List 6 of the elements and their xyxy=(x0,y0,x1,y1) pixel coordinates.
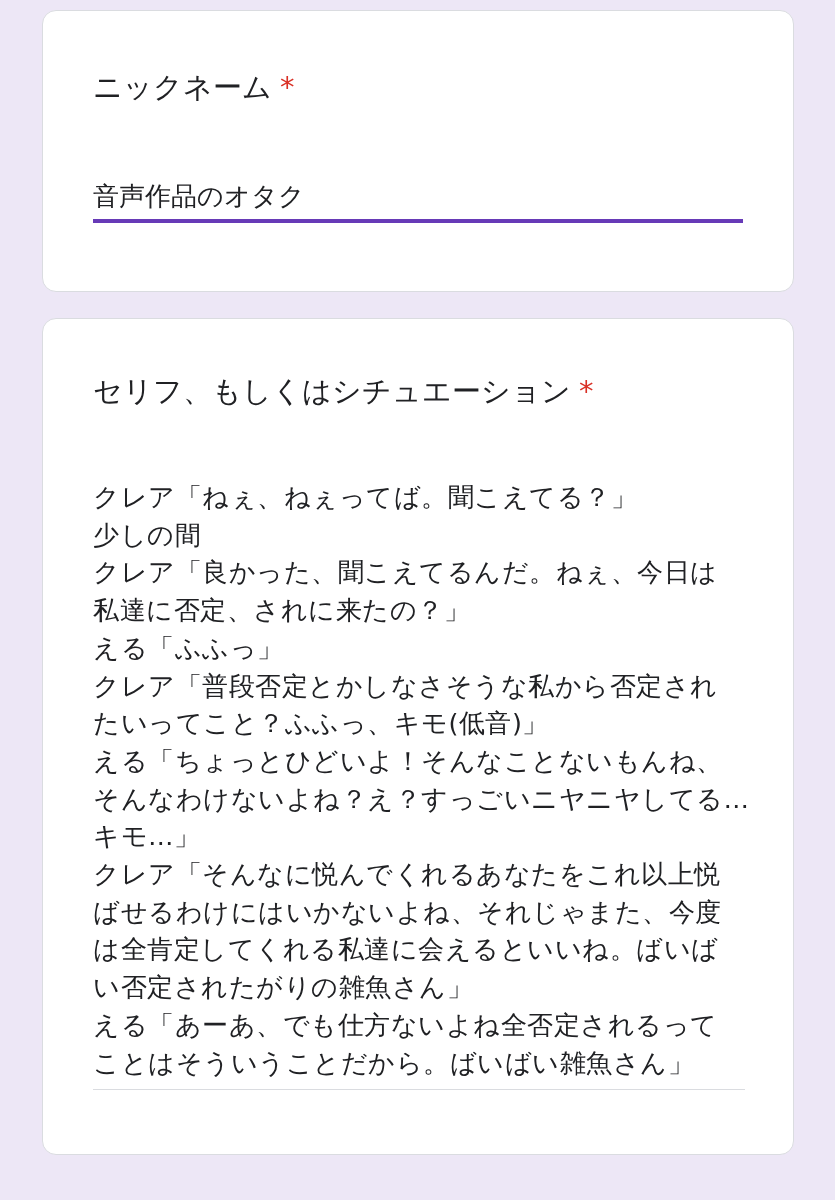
answer-textarea[interactable]: クレア「ねぇ、ねぇってば。聞こえてる？」 少しの間 クレア「良かった、聞こえてるんだ。ねぇ、今日は 私達に否定、されに来たの？」 える「ふふっ」 クレア「普段否定とかしなさそうな私から否定され たいってこと？ふふっ、キモ(低音)」 える「ちょっとひどいよ！そんなことないもんね、 そんなわけないよね？え？すっごいニヤニヤしてる… キモ…」 クレア「そんなに悦んでくれるあなたをこれ以上悦 ばせるわけにはいかないよね、それじゃまた、今度 は全肯定してくれる私達に会えるといいね。ばいば い否定されたがりの雑魚さん」 える「あーあ、でも仕方ないよね全否定されるって ことはそういうことだから。ばいばい雑魚さん」 xyxy=(93,479,745,1091)
question-title: セリフ、もしくはシチュエーション xyxy=(93,373,571,409)
question-title: ニックネーム xyxy=(93,69,272,105)
answer-field[interactable]: 音声作品のオタク xyxy=(93,178,743,223)
required-asterisk: * xyxy=(579,373,594,409)
required-asterisk: * xyxy=(280,69,295,105)
